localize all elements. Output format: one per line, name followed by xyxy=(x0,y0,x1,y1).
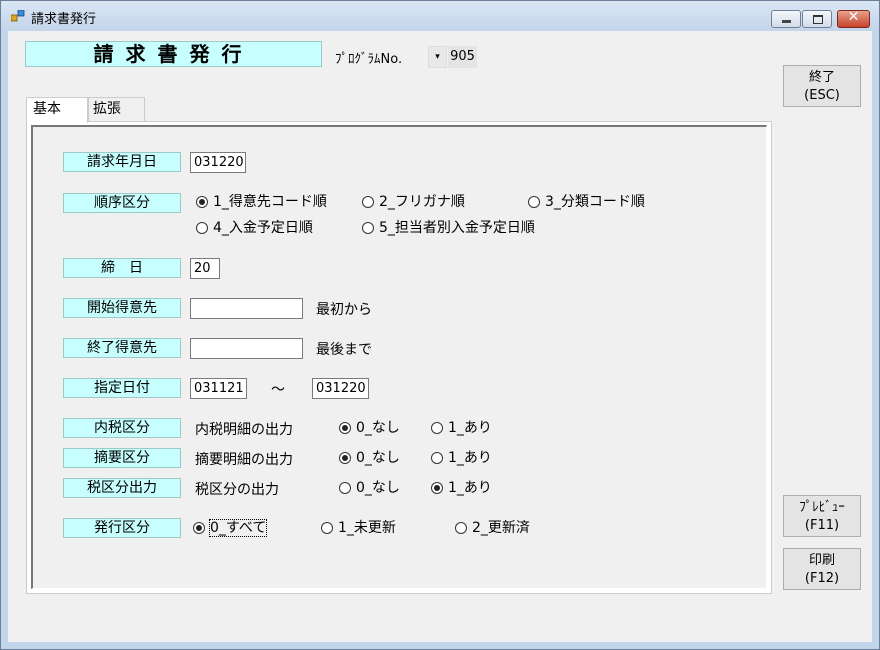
radio-dot-icon xyxy=(321,522,333,534)
summary-option-0[interactable]: 0_なし xyxy=(339,449,400,467)
billing-month-label: 請求年月日 xyxy=(63,152,181,172)
summary-desc: 摘要明細の出力 xyxy=(195,452,293,468)
app-window: 請求書発行 ✕ 請求書発行 ﾌﾟﾛｸﾞﾗﾑNo. ▾ 905 終了 (ESC) … xyxy=(0,0,880,650)
tax-output-option-0[interactable]: 0_なし xyxy=(339,479,400,497)
order-type-option-2[interactable]: 2_フリガナ順 xyxy=(362,193,465,211)
end-customer-label: 終了得意先 xyxy=(63,338,181,358)
radio-dot-icon xyxy=(431,422,443,434)
summary-option-1[interactable]: 1_あり xyxy=(431,449,492,467)
title-bar[interactable]: 請求書発行 ✕ xyxy=(1,1,879,31)
date-range-label: 指定日付 xyxy=(63,378,181,398)
tab-extended[interactable]: 拡張 xyxy=(88,97,145,121)
program-no-value: 905 xyxy=(448,46,477,68)
start-customer-label: 開始得意先 xyxy=(63,298,181,318)
maximize-button[interactable] xyxy=(802,10,832,28)
tax-output-option-1[interactable]: 1_あり xyxy=(431,479,492,497)
issue-type-label: 発行区分 xyxy=(63,518,181,538)
date-from-input[interactable]: 031121 xyxy=(190,378,247,399)
print-button[interactable]: 印刷 (F12) xyxy=(783,548,861,590)
radio-dot-icon xyxy=(362,222,374,234)
radio-dot-icon xyxy=(339,482,351,494)
inclusive-tax-option-0[interactable]: 0_なし xyxy=(339,419,400,437)
tab-basic[interactable]: 基本 xyxy=(26,97,88,123)
end-customer-input[interactable] xyxy=(190,338,303,359)
end-customer-note: 最後まで xyxy=(316,342,372,358)
order-type-option-3[interactable]: 3_分類コード順 xyxy=(528,193,645,211)
tab-panel-basic: 請求年月日 031220 順序区分 1_得意先コード順 2_フリガナ順 3_分類… xyxy=(26,121,772,594)
radio-dot-icon xyxy=(339,452,351,464)
exit-button-label: 終了 xyxy=(808,70,835,85)
billing-month-input[interactable]: 031220 xyxy=(190,152,246,173)
close-button[interactable]: ✕ xyxy=(837,9,870,28)
app-icon xyxy=(11,10,25,22)
close-icon: ✕ xyxy=(847,9,860,25)
preview-button[interactable]: ﾌﾟﾚﾋﾞｭｰ (F11) xyxy=(783,495,861,537)
radio-dot-icon xyxy=(362,196,374,208)
tax-output-desc: 税区分の出力 xyxy=(195,482,279,498)
form-title: 請求書発行 xyxy=(25,41,322,67)
date-range-separator: ～ xyxy=(271,382,285,398)
inclusive-tax-label: 内税区分 xyxy=(63,418,181,438)
inclusive-tax-desc: 内税明細の出力 xyxy=(195,422,293,438)
exit-button-key: (ESC) xyxy=(804,88,840,103)
inclusive-tax-option-1[interactable]: 1_あり xyxy=(431,419,492,437)
closing-day-input[interactable]: 20 xyxy=(190,258,220,279)
order-type-option-5[interactable]: 5_担当者別入金予定日順 xyxy=(362,219,535,237)
client-area: 請求書発行 ﾌﾟﾛｸﾞﾗﾑNo. ▾ 905 終了 (ESC) 基本 拡張 請求… xyxy=(8,31,872,642)
order-type-option-4[interactable]: 4_入金予定日順 xyxy=(196,219,313,237)
start-customer-input[interactable] xyxy=(190,298,303,319)
order-type-option-1[interactable]: 1_得意先コード順 xyxy=(196,193,327,211)
radio-dot-icon xyxy=(431,452,443,464)
closing-day-label: 締 日 xyxy=(63,258,181,278)
program-dropdown-button[interactable]: ▾ xyxy=(428,46,447,68)
window-title: 請求書発行 xyxy=(31,12,97,27)
tax-output-label: 税区分出力 xyxy=(63,478,181,498)
summary-label: 摘要区分 xyxy=(63,448,181,468)
date-to-input[interactable]: 031220 xyxy=(312,378,369,399)
order-type-label: 順序区分 xyxy=(63,193,181,213)
radio-dot-icon xyxy=(455,522,467,534)
radio-dot-icon xyxy=(339,422,351,434)
print-button-label: 印刷 xyxy=(808,553,835,568)
issue-type-option-0[interactable]: 0_すべて xyxy=(193,519,268,537)
print-button-key: (F12) xyxy=(804,571,840,586)
radio-dot-icon xyxy=(431,482,443,494)
radio-dot-icon xyxy=(193,522,205,534)
exit-button[interactable]: 終了 (ESC) xyxy=(783,65,861,107)
radio-dot-icon xyxy=(528,196,540,208)
radio-dot-icon xyxy=(196,196,208,208)
form-group: 請求年月日 031220 順序区分 1_得意先コード順 2_フリガナ順 3_分類… xyxy=(31,125,767,589)
issue-type-option-1[interactable]: 1_未更新 xyxy=(321,519,396,537)
preview-button-label: ﾌﾟﾚﾋﾞｭｰ xyxy=(799,500,845,515)
preview-button-key: (F11) xyxy=(804,518,840,533)
program-no-label: ﾌﾟﾛｸﾞﾗﾑNo. xyxy=(335,52,403,67)
start-customer-note: 最初から xyxy=(316,302,372,318)
radio-dot-icon xyxy=(196,222,208,234)
issue-type-option-2[interactable]: 2_更新済 xyxy=(455,519,530,537)
minimize-button[interactable] xyxy=(771,10,801,28)
